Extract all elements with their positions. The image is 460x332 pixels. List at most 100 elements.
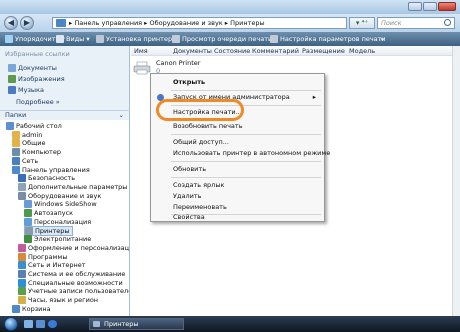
favorite-label: Документы xyxy=(18,64,57,72)
tree-item[interactable]: Специальные возможности xyxy=(18,278,123,287)
views-button[interactable]: Виды ▾ xyxy=(56,35,90,43)
print-queue-label: Просмотр очереди печати xyxy=(182,35,273,43)
tree-item[interactable]: admin xyxy=(12,130,43,139)
printer-name[interactable]: Canon Printer xyxy=(156,59,200,67)
column-name[interactable]: Имя xyxy=(134,47,148,55)
tree-item[interactable]: Автозапуск xyxy=(24,209,73,217)
favorite-documents[interactable]: Документы xyxy=(8,64,57,72)
tree-item-label: Автозапуск xyxy=(34,209,74,217)
tree-item-label: Персонализация xyxy=(34,217,92,226)
taskbar-button-printers[interactable]: Принтеры xyxy=(89,318,184,330)
column-status[interactable]: Состояние xyxy=(214,47,250,55)
maximize-button[interactable] xyxy=(423,2,437,11)
menu-item-use-offline[interactable]: Использовать принтер в автономном режиме xyxy=(151,148,330,159)
hardware-sound-icon xyxy=(18,191,26,200)
address-bar[interactable]: ▸ Панель управления ▸ Оборудование и зву… xyxy=(52,17,347,29)
tree-item[interactable]: Дополнительные параметры xyxy=(18,182,128,191)
taskbar-label: Принтеры xyxy=(104,320,139,328)
tree-item[interactable]: Электропитание xyxy=(24,235,92,244)
tree-item[interactable]: Компьютер xyxy=(12,148,61,157)
column-model[interactable]: Модель xyxy=(349,47,375,55)
favorite-pictures[interactable]: Изображения xyxy=(8,75,65,83)
system-icon xyxy=(18,269,26,278)
folders-label: Папки xyxy=(5,111,27,119)
tree-item[interactable]: Рабочий стол xyxy=(6,122,62,130)
favorite-music[interactable]: Музыка xyxy=(8,86,44,94)
printer-icon[interactable] xyxy=(133,61,151,75)
tree-item-label: Специальные возможности xyxy=(28,278,123,287)
back-button[interactable]: ◀ xyxy=(4,16,18,30)
tree-item[interactable]: Общие xyxy=(12,139,45,148)
sideshow-icon xyxy=(24,200,32,209)
tree-item-label: Дополнительные параметры xyxy=(28,182,128,191)
print-queue-button[interactable]: Просмотр очереди печати xyxy=(172,35,272,43)
address-path: ▸ Панель управления ▸ Оборудование и зву… xyxy=(69,19,265,27)
menu-item-refresh[interactable]: Обновить xyxy=(151,164,324,175)
tree-item[interactable]: Безопасность xyxy=(18,174,75,183)
highlight-annotation xyxy=(156,99,244,121)
network-internet-icon xyxy=(18,261,26,270)
tree-item-label: Электропитание xyxy=(34,235,92,244)
print-settings-icon xyxy=(270,35,278,43)
menu-item-open[interactable]: Открыть xyxy=(151,77,324,88)
add-printer-button[interactable]: Установка принтера xyxy=(96,35,176,43)
tree-item[interactable]: Панель управления xyxy=(12,165,90,174)
close-button[interactable] xyxy=(438,2,456,11)
column-location[interactable]: Размещение xyxy=(302,47,345,55)
tree-item[interactable]: Система и ее обслуживание xyxy=(18,269,125,278)
tree-item[interactable]: Оборудование и звук xyxy=(18,191,101,200)
tree-item-label: Панель управления xyxy=(22,165,90,174)
tree-item-label: Учетные записи пользователей xyxy=(28,287,129,296)
add-printer-icon xyxy=(96,35,104,43)
views-icon xyxy=(56,35,64,43)
clock-icon xyxy=(18,296,26,304)
more-links[interactable]: Подробнее » xyxy=(16,98,60,106)
accessibility-icon xyxy=(18,278,26,287)
refresh-button[interactable]: ▾ ⁴⁺ xyxy=(349,17,375,29)
menu-item-properties[interactable]: Свойства xyxy=(151,212,324,223)
tree-item[interactable]: Сеть xyxy=(12,156,38,165)
internet-explorer-icon[interactable] xyxy=(48,320,57,328)
vertical-scrollbar[interactable] xyxy=(452,46,460,316)
documents-icon xyxy=(8,64,16,72)
column-comment[interactable]: Комментарий xyxy=(252,47,299,55)
menu-separator xyxy=(171,134,321,135)
menu-item-sharing[interactable]: Общий доступ... xyxy=(151,137,324,148)
minimize-button[interactable] xyxy=(408,2,422,11)
tree-item[interactable]: Часы, язык и регион xyxy=(18,296,98,304)
start-button[interactable] xyxy=(4,317,18,331)
switch-windows-icon[interactable] xyxy=(36,320,45,328)
power-icon xyxy=(24,235,32,244)
tree-item[interactable]: Программы xyxy=(18,252,67,261)
menu-separator xyxy=(171,90,321,91)
forward-button[interactable]: ▶ xyxy=(20,16,34,30)
tree-item[interactable]: Персонализация xyxy=(24,217,92,226)
tree-item[interactable]: Учетные записи пользователей xyxy=(18,287,129,296)
tree-item-label: Windows SideShow xyxy=(34,200,97,209)
favorites-title: Избранные ссылки xyxy=(5,50,70,58)
music-icon xyxy=(8,86,16,94)
control-panel-icon xyxy=(56,19,66,27)
column-documents[interactable]: Документы xyxy=(173,47,212,55)
menu-item-resume-printing[interactable]: Возобновить печать xyxy=(151,121,324,132)
submenu-arrow-icon: ▸ xyxy=(312,93,316,101)
security-icon xyxy=(18,174,26,183)
print-settings-button[interactable]: Настройка параметров печати xyxy=(270,35,386,43)
search-input[interactable]: Поиск xyxy=(377,17,455,29)
menu-item-delete[interactable]: Удалить xyxy=(151,191,324,202)
tree-item-label: Оформление и персонализация xyxy=(28,243,129,252)
folders-header[interactable]: Папки ⌄ xyxy=(0,110,130,120)
tree-item[interactable]: Сеть и Интернет xyxy=(18,261,86,270)
tree-item[interactable]: Windows SideShow xyxy=(24,200,97,209)
toolbar-overflow-button[interactable]: » xyxy=(380,35,384,43)
tree-item[interactable]: Оформление и персонализация xyxy=(18,243,129,252)
folder-tree: Рабочий стол admin Общие Компьютер Сеть Панел… xyxy=(0,120,129,316)
tree-item[interactable]: Корзина xyxy=(12,304,51,313)
tree-item-label: admin xyxy=(22,130,43,139)
tree-item-label: Компьютер xyxy=(22,148,61,157)
favorite-label: Музыка xyxy=(18,86,44,94)
show-desktop-icon[interactable] xyxy=(24,320,33,328)
chevron-down-icon: ⌄ xyxy=(118,111,124,119)
print-queue-icon xyxy=(172,35,180,43)
menu-item-create-shortcut[interactable]: Создать ярлык xyxy=(151,180,324,191)
